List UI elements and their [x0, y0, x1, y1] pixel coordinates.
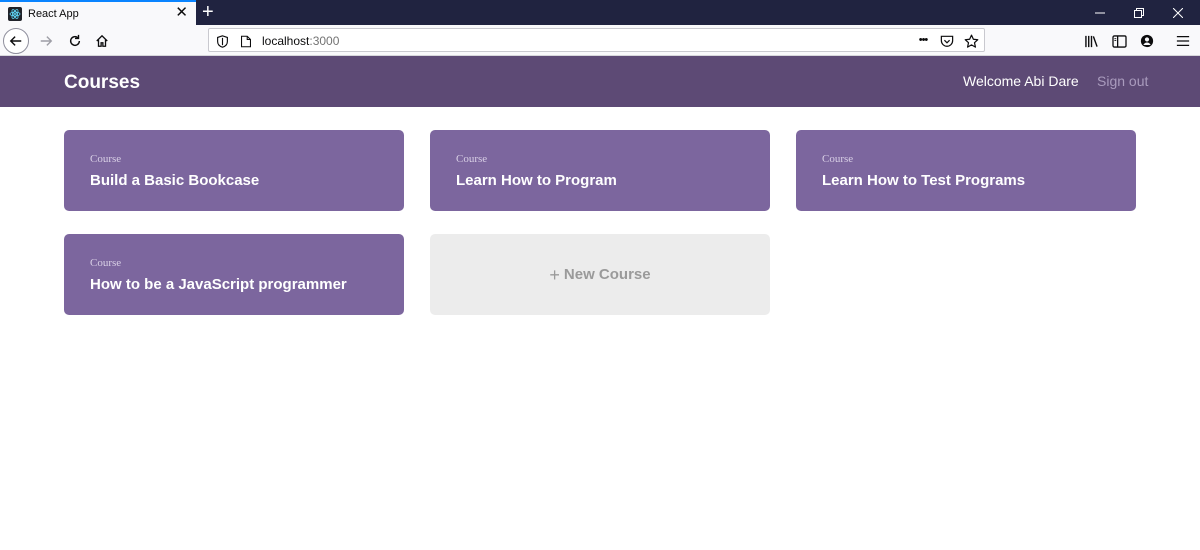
minimize-icon[interactable]: [1082, 0, 1118, 25]
new-course-label: New Course: [563, 266, 651, 283]
star-icon[interactable]: [962, 32, 980, 50]
plus-icon: +: [549, 264, 560, 285]
course-card-learn-how-to-test-programs[interactable]: Course Learn How to Test Programs: [796, 130, 1136, 211]
browser-toolbar: localhost:3000 •••: [0, 25, 1200, 56]
course-card-how-to-be-a-javascript-programmer[interactable]: Course How to be a JavaScript programmer: [64, 234, 404, 315]
course-label: Course: [456, 153, 488, 165]
home-icon[interactable]: [89, 28, 115, 54]
arrow-left-icon[interactable]: [3, 28, 29, 54]
browser-tab-strip: React App ✕ +: [0, 0, 1200, 25]
url-text[interactable]: localhost:3000: [262, 34, 339, 48]
course-title: Build a Basic Bookcase: [90, 172, 260, 189]
sign-out-link[interactable]: Sign out: [1097, 73, 1148, 89]
sidebar-icon[interactable]: [1109, 31, 1129, 51]
close-icon[interactable]: ✕: [175, 5, 188, 21]
browser-tab[interactable]: React App ✕: [0, 0, 196, 25]
url-port: :3000: [309, 34, 340, 48]
url-host: localhost: [262, 34, 310, 48]
reload-icon[interactable]: [62, 28, 88, 54]
page-icon[interactable]: [237, 32, 255, 50]
shield-icon[interactable]: [213, 32, 231, 50]
window-close-icon[interactable]: [1160, 0, 1196, 25]
course-label: Course: [90, 153, 122, 165]
page-title: Courses: [64, 72, 141, 93]
course-label: Course: [822, 153, 854, 165]
plus-icon[interactable]: +: [202, 1, 214, 23]
course-label: Course: [90, 257, 122, 269]
course-card-learn-how-to-program[interactable]: Course Learn How to Program: [430, 130, 770, 211]
new-course-button[interactable]: + New Course: [430, 234, 770, 315]
more-actions-icon[interactable]: •••: [913, 31, 933, 49]
hamburger-menu-icon[interactable]: [1173, 31, 1193, 51]
pocket-icon[interactable]: [938, 32, 956, 50]
app-header: Courses Welcome Abi Dare Sign out: [0, 56, 1200, 107]
course-title: How to be a JavaScript programmer: [90, 276, 347, 293]
restore-icon[interactable]: [1121, 0, 1157, 25]
tab-title: React App: [28, 7, 79, 20]
library-icon[interactable]: [1081, 31, 1101, 51]
course-title: Learn How to Program: [456, 172, 617, 189]
welcome-message: Welcome Abi Dare: [963, 73, 1079, 89]
course-card-build-a-basic-bookcase[interactable]: Course Build a Basic Bookcase: [64, 130, 404, 211]
course-title: Learn How to Test Programs: [822, 172, 1026, 189]
react-icon: [8, 6, 22, 21]
url-bar[interactable]: localhost:3000 •••: [208, 28, 985, 52]
account-icon[interactable]: [1137, 31, 1157, 51]
arrow-right-icon[interactable]: [33, 28, 59, 54]
